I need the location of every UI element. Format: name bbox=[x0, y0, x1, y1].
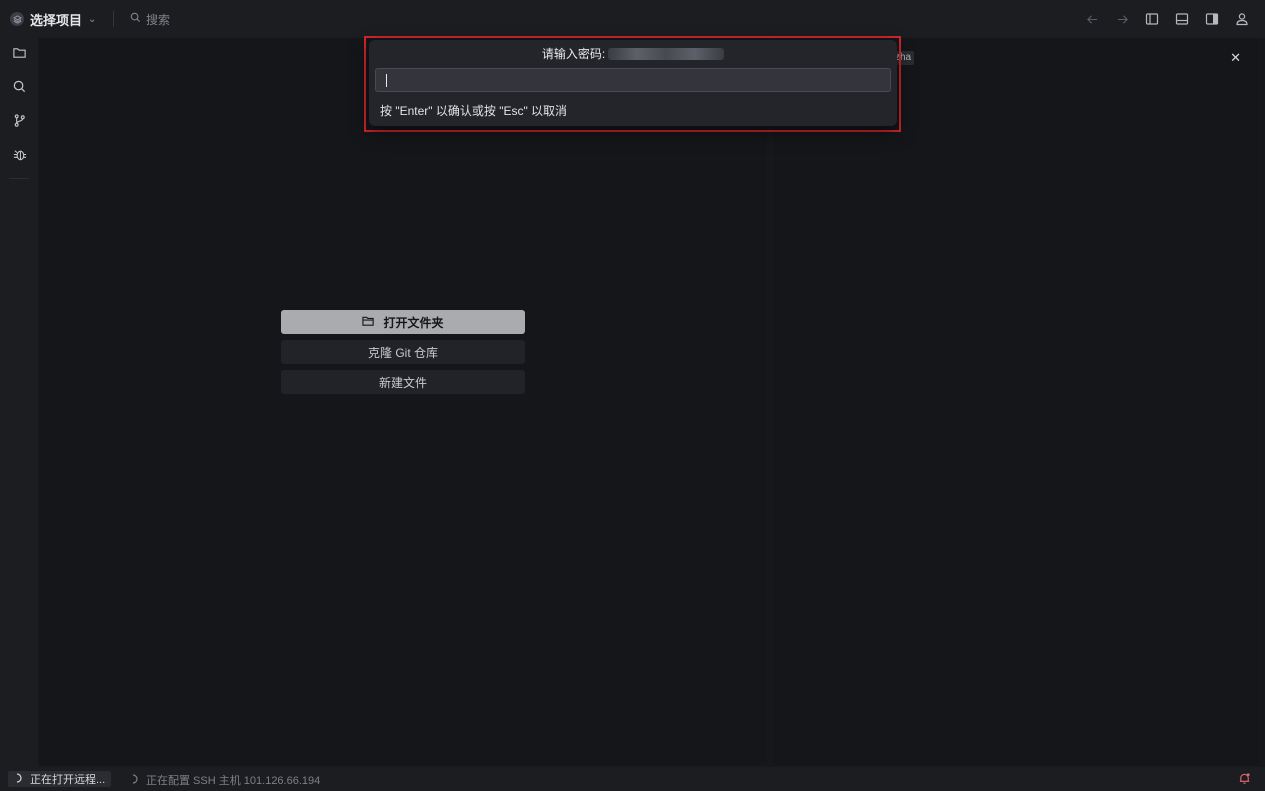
search-box[interactable]: 搜索 bbox=[130, 11, 170, 27]
welcome-actions: 打开文件夹 克隆 Git 仓库 新建文件 bbox=[281, 310, 525, 400]
panel-right-icon[interactable] bbox=[1203, 10, 1221, 28]
bug-icon[interactable] bbox=[9, 144, 29, 164]
user-icon[interactable] bbox=[1233, 10, 1251, 28]
new-file-button[interactable]: 新建文件 bbox=[281, 370, 525, 394]
panel-bottom-icon[interactable] bbox=[1173, 10, 1191, 28]
status-opening-remote[interactable]: 正在打开远程... bbox=[8, 771, 112, 787]
arrow-right-icon[interactable] bbox=[1113, 10, 1131, 28]
status-bar: 正在打开远程... 正在配置 SSH 主机 101.126.66.194 bbox=[0, 767, 1265, 791]
activity-divider bbox=[9, 178, 29, 179]
open-folder-button[interactable]: 打开文件夹 bbox=[281, 310, 525, 334]
layers-icon bbox=[10, 12, 24, 26]
spinner-icon bbox=[130, 773, 140, 787]
activity-bar bbox=[0, 38, 38, 767]
folder-icon[interactable] bbox=[9, 42, 29, 62]
folder-open-icon bbox=[362, 315, 375, 330]
project-name: 选择项目 bbox=[30, 12, 83, 28]
open-folder-label: 打开文件夹 bbox=[383, 315, 444, 330]
chevron-down-icon: ⌄ bbox=[88, 13, 97, 25]
spinner-icon bbox=[14, 772, 24, 786]
search-icon bbox=[130, 12, 141, 26]
editor-pane-left bbox=[39, 38, 767, 765]
status-opening-label: 正在打开远程... bbox=[30, 774, 106, 786]
search-label: 搜索 bbox=[146, 12, 171, 27]
status-configuring-ssh: 正在配置 SSH 主机 101.126.66.194 bbox=[130, 772, 320, 788]
status-ssh-label: 正在配置 SSH 主机 101.126.66.194 bbox=[146, 775, 321, 787]
dialog-title: 请输入密码: bbox=[369, 45, 897, 62]
redacted-host bbox=[608, 47, 725, 60]
titlebar-divider bbox=[113, 11, 114, 27]
git-branch-icon[interactable] bbox=[9, 110, 29, 130]
clone-repo-label: 克隆 Git 仓库 bbox=[367, 345, 438, 360]
panel-left-icon[interactable] bbox=[1143, 10, 1161, 28]
clone-repo-button[interactable]: 克隆 Git 仓库 bbox=[281, 340, 525, 364]
bell-icon[interactable] bbox=[1238, 772, 1251, 788]
close-icon[interactable]: ✕ bbox=[1230, 50, 1241, 66]
arrow-left-icon[interactable] bbox=[1083, 10, 1101, 28]
dialog-title-label: 请输入密码: bbox=[541, 47, 606, 61]
titlebar-actions bbox=[1083, 10, 1251, 28]
search-icon[interactable] bbox=[9, 76, 29, 96]
dialog-hint: 按 "Enter" 以确认或按 "Esc" 以取消 bbox=[380, 104, 568, 118]
text-caret bbox=[386, 74, 387, 87]
new-file-label: 新建文件 bbox=[378, 375, 427, 390]
password-dialog: 请输入密码: 按 "Enter" 以确认或按 "Esc" 以取消 bbox=[369, 40, 897, 126]
password-input[interactable] bbox=[375, 68, 891, 92]
editor-pane-right: zha ✕ bbox=[773, 38, 1259, 765]
title-bar: 选择项目 ⌄ 搜索 bbox=[0, 0, 1265, 38]
project-switcher[interactable]: 选择项目 ⌄ bbox=[10, 10, 96, 28]
